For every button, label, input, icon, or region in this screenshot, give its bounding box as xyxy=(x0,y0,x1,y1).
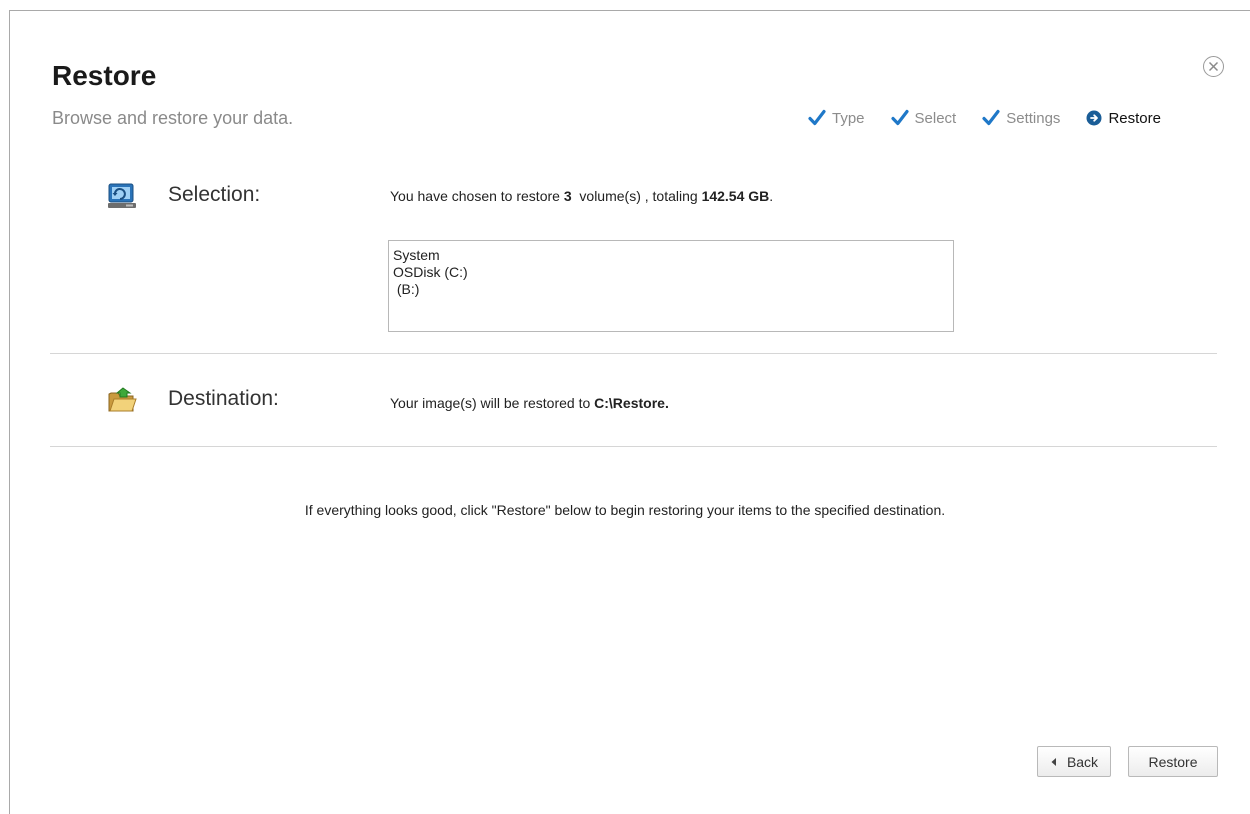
destination-label: Destination: xyxy=(168,387,279,410)
selection-summary: You have chosen to restore 3 volume(s) ,… xyxy=(390,188,773,204)
current-step-icon xyxy=(1086,110,1102,126)
step-select: Select xyxy=(890,109,957,127)
selection-total: 142.54 GB xyxy=(701,188,770,204)
checkmark-icon xyxy=(982,109,1000,126)
list-item[interactable]: System xyxy=(393,247,949,264)
step-label: Type xyxy=(832,109,865,127)
step-label: Restore xyxy=(1108,109,1161,127)
list-item[interactable]: OSDisk (C:) xyxy=(393,264,949,281)
restore-button-label: Restore xyxy=(1148,753,1198,770)
checkmark-icon xyxy=(890,109,909,126)
destination-text-suffix: . xyxy=(664,395,669,411)
monitor-restore-icon xyxy=(108,183,136,208)
step-label: Select xyxy=(914,109,957,127)
divider xyxy=(50,446,1217,447)
caret-left-icon xyxy=(1051,757,1056,766)
restore-button[interactable]: Restore xyxy=(1128,746,1218,777)
volume-list[interactable]: System OSDisk (C:) (B:) xyxy=(388,240,954,332)
wizard-steps: Type Select Settings Restore xyxy=(808,108,1161,128)
selection-text-suffix: . xyxy=(769,188,774,204)
back-button[interactable]: Back xyxy=(1037,746,1111,777)
destination-summary: Your image(s) will be restored to C:\Res… xyxy=(390,395,669,411)
divider xyxy=(50,353,1217,354)
destination-text-prefix: Your image(s) will be restored to xyxy=(390,395,595,411)
folder-icon xyxy=(108,387,137,412)
close-button[interactable] xyxy=(1203,56,1224,77)
selection-text-prefix: You have chosen to restore xyxy=(390,188,564,204)
selection-text-middle: volume(s) , totaling xyxy=(571,188,702,204)
page-subtitle: Browse and restore your data. xyxy=(52,108,294,128)
selection-count: 3 xyxy=(563,188,572,204)
confirmation-message: If everything looks good, click "Restore… xyxy=(304,502,946,518)
page-title: Restore xyxy=(52,60,157,91)
step-label: Settings xyxy=(1006,109,1061,127)
back-button-label: Back xyxy=(1066,753,1099,770)
step-settings: Settings xyxy=(982,109,1060,127)
step-type: Type xyxy=(808,109,865,127)
step-restore: Restore xyxy=(1086,110,1161,127)
selection-label: Selection: xyxy=(168,183,261,206)
close-icon xyxy=(1208,61,1219,72)
list-item[interactable]: (B:) xyxy=(393,281,949,298)
restore-window xyxy=(9,10,1250,814)
destination-path: C:\Restore xyxy=(594,395,665,411)
checkmark-icon xyxy=(808,109,826,126)
